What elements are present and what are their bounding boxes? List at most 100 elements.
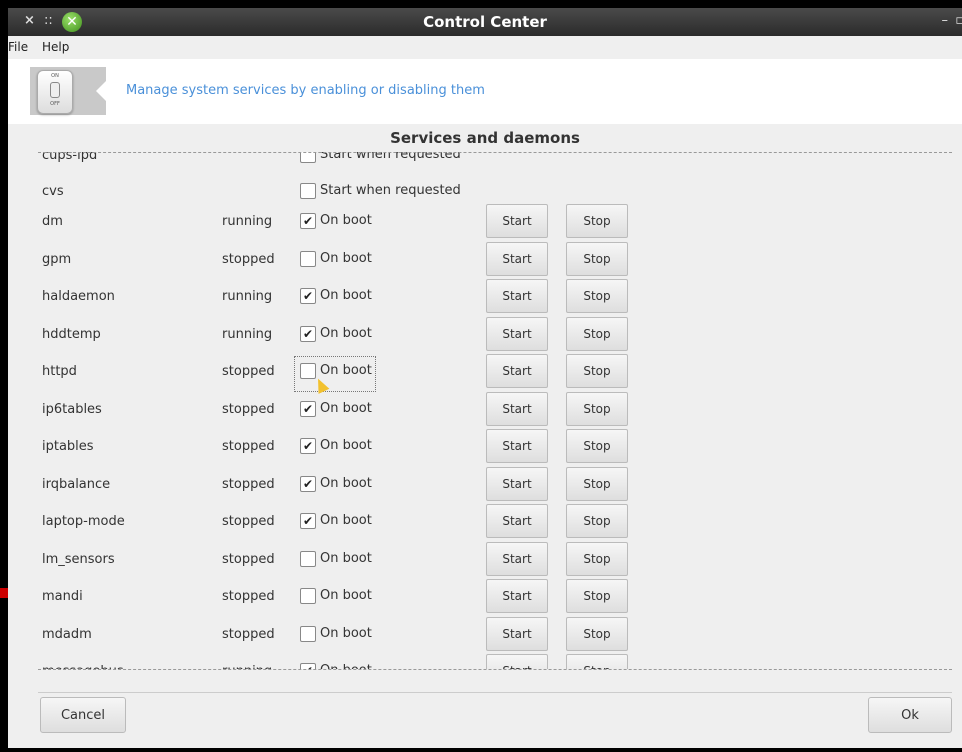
checkbox-label: On boot (320, 551, 372, 566)
checkbox-label: On boot (320, 438, 372, 453)
service-name: httpd (42, 364, 77, 379)
service-row: dm running ✔ On boot Start Stop (8, 204, 962, 240)
banner-description: Manage system services by enabling or di… (126, 83, 485, 98)
stop-button[interactable]: Stop (566, 429, 628, 463)
service-status: running (222, 289, 273, 304)
start-button[interactable]: Start (486, 279, 548, 313)
stop-button[interactable]: Stop (566, 317, 628, 351)
stop-button[interactable]: Stop (566, 392, 628, 426)
checkbox-box[interactable] (300, 363, 316, 379)
banner: ON OFF Manage system services by enablin… (8, 59, 962, 124)
service-name: haldaemon (42, 289, 115, 304)
checkbox-box[interactable]: ✔ (300, 401, 316, 417)
stop-button[interactable]: Stop (566, 242, 628, 276)
maximize-icon[interactable]: ▫ (955, 13, 962, 28)
checkbox-label: Start when requested (320, 183, 461, 198)
service-row: httpd stopped On boot Start Stop (8, 354, 962, 392)
start-button[interactable]: Start (486, 429, 548, 463)
cancel-button[interactable]: Cancel (40, 697, 126, 733)
service-name: irqbalance (42, 477, 111, 492)
checkbox-box[interactable] (300, 551, 316, 567)
stop-button[interactable]: Stop (566, 354, 628, 388)
stop-button[interactable]: Stop (566, 542, 628, 576)
checkbox-label: Start when requested (320, 152, 461, 162)
checkbox-box[interactable]: ✔ (300, 438, 316, 454)
start-button[interactable]: Start (486, 542, 548, 576)
service-row: cups-lpd Start when requested (8, 152, 962, 174)
checkbox-label: On boot (320, 513, 372, 528)
service-row: lm_sensors stopped On boot Start Stop (8, 542, 962, 578)
switch-lever (50, 82, 60, 98)
service-name: laptop-mode (42, 514, 125, 529)
stop-button[interactable]: Stop (566, 617, 628, 651)
start-button[interactable]: Start (486, 354, 548, 388)
checkbox-box[interactable] (300, 251, 316, 267)
checkbox-box[interactable] (300, 588, 316, 604)
service-name: iptables (42, 439, 94, 454)
menu-bar: File Help (8, 36, 962, 58)
ok-button[interactable]: Ok (868, 697, 952, 733)
service-row: hddtemp running ✔ On boot Start Stop (8, 317, 962, 353)
service-row: laptop-mode stopped ✔ On boot Start Stop (8, 504, 962, 540)
start-button[interactable]: Start (486, 204, 548, 238)
service-name: ip6tables (42, 402, 102, 417)
frame-border-top (38, 152, 952, 153)
service-status: stopped (222, 364, 275, 379)
checkbox-label: On boot (320, 401, 372, 416)
title-bar[interactable]: × :: ✕ Control Center – ▫ (8, 8, 962, 36)
services-list[interactable]: cups-lpd Start when requested cvs Start whe… (8, 152, 962, 669)
checkbox-box[interactable]: ✔ (300, 476, 316, 492)
checkbox-box[interactable]: ✔ (300, 326, 316, 342)
checkbox-label: On boot (320, 288, 372, 303)
service-row: messagebusrunning✔On bootStartStop (8, 654, 962, 669)
start-button[interactable]: Start (486, 317, 548, 351)
checkbox-box[interactable] (300, 183, 316, 199)
service-name: hddtemp (42, 327, 101, 342)
service-status: stopped (222, 439, 275, 454)
stop-button[interactable]: Stop (566, 467, 628, 501)
start-button[interactable]: Start (486, 392, 548, 426)
stop-button[interactable]: Stop (566, 204, 628, 238)
checkbox-box[interactable] (300, 626, 316, 642)
service-row: mandi stopped On boot Start Stop (8, 579, 962, 615)
service-status: stopped (222, 402, 275, 417)
footer-separator (38, 692, 952, 693)
checkbox-label: On boot (320, 363, 372, 378)
checkbox-label: On boot (320, 326, 372, 341)
frame-border-bottom (38, 669, 952, 670)
stop-button[interactable]: Stop (566, 654, 628, 669)
start-button[interactable]: Start (486, 579, 548, 613)
checkbox-box[interactable]: ✔ (300, 213, 316, 229)
start-button[interactable]: Start (486, 242, 548, 276)
service-status: running (222, 327, 273, 342)
checkbox-box[interactable] (300, 152, 316, 163)
start-button[interactable]: Start (486, 617, 548, 651)
service-name: lm_sensors (42, 552, 115, 567)
section-heading: Services and daemons (390, 129, 580, 147)
service-name: mandi (42, 589, 83, 604)
service-name: dm (42, 214, 63, 229)
stop-button[interactable]: Stop (566, 504, 628, 538)
start-button[interactable]: Start (486, 504, 548, 538)
menu-file[interactable]: File (8, 40, 28, 54)
menu-help[interactable]: Help (42, 40, 69, 54)
stop-button[interactable]: Stop (566, 279, 628, 313)
checkbox-label: On boot (320, 251, 372, 266)
service-status: stopped (222, 514, 275, 529)
service-row: gpm stopped On boot Start Stop (8, 242, 962, 278)
start-button[interactable]: Start (486, 467, 548, 501)
service-row: mdadm stopped On boot Start Stop (8, 617, 962, 653)
checkbox-label: On boot (320, 626, 372, 641)
start-button[interactable]: Start (486, 654, 548, 669)
checkbox-label: On boot (320, 476, 372, 491)
checkbox-box[interactable]: ✔ (300, 288, 316, 304)
service-status: stopped (222, 627, 275, 642)
checkbox-box[interactable]: ✔ (300, 513, 316, 529)
minimize-icon[interactable]: – (942, 13, 949, 28)
service-name: mdadm (42, 627, 92, 642)
service-status: stopped (222, 252, 275, 267)
stop-button[interactable]: Stop (566, 579, 628, 613)
service-name: gpm (42, 252, 72, 267)
service-status: running (222, 214, 273, 229)
service-row: irqbalance stopped ✔ On boot Start Stop (8, 467, 962, 503)
